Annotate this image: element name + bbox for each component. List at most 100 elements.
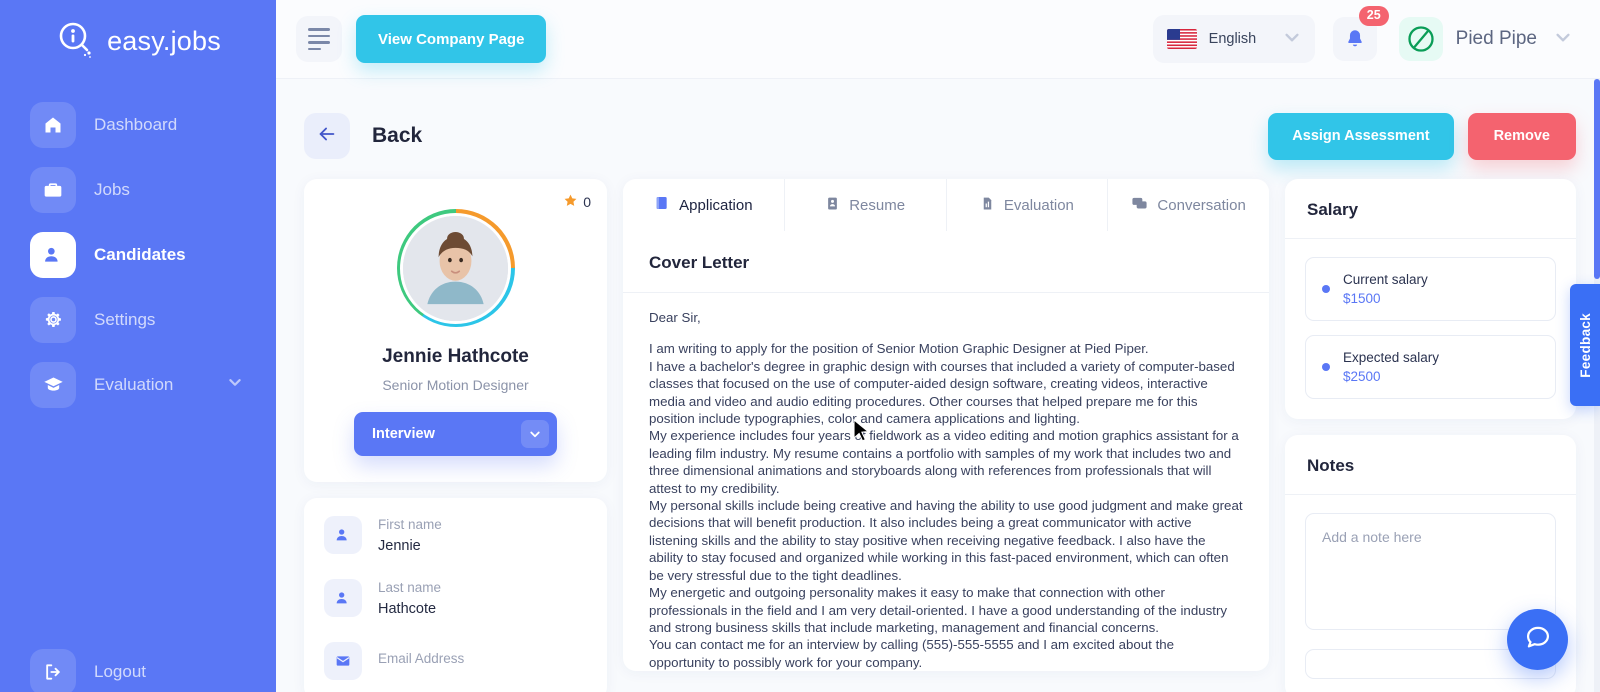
candidate-status-dropdown[interactable]: Interview — [354, 412, 557, 456]
brand[interactable]: easy.jobs — [0, 0, 276, 78]
graduation-cap-icon — [30, 361, 76, 408]
pied-piper-icon — [1398, 17, 1443, 61]
feedback-tab[interactable]: Feedback — [1570, 284, 1600, 406]
chat-icon — [1131, 195, 1148, 216]
sidebar-item-logout[interactable]: Logout — [0, 639, 276, 692]
tab-panel-application: Cover Letter Dear Sir, I am writing to a… — [623, 231, 1269, 671]
cover-letter-paragraph: I am writing to apply for the position o… — [649, 341, 1149, 357]
note-input[interactable] — [1305, 513, 1556, 630]
rating-badge: 0 — [563, 193, 591, 211]
sidebar-item-label: Evaluation — [94, 374, 174, 394]
content-columns: 0 Jennie Hathcote Senior Motion Designer… — [304, 179, 1576, 692]
home-icon — [30, 101, 76, 148]
sidebar-item-dashboard[interactable]: Dashboard — [0, 92, 276, 157]
field-email-address: Email Address — [324, 642, 587, 680]
page-title: Back — [372, 124, 423, 147]
salary-item-current: Current salary $1500 — [1305, 257, 1556, 321]
sidebar-item-settings[interactable]: Settings — [0, 287, 276, 352]
chevron-down-icon[interactable] — [521, 420, 549, 448]
tab-label: Evaluation — [1003, 196, 1074, 214]
back-button[interactable] — [304, 113, 350, 159]
view-company-page-button[interactable]: View Company Page — [356, 15, 547, 63]
app-root: easy.jobs Dashboard Jobs Candidates Sett… — [0, 0, 1600, 692]
assign-assessment-button[interactable]: Assign Assessment — [1268, 112, 1454, 160]
language-label: English — [1208, 31, 1257, 47]
field-value: Jennie — [378, 537, 421, 554]
star-icon — [563, 193, 578, 211]
bullet-icon — [1322, 363, 1330, 371]
user-icon — [30, 231, 76, 278]
resume-icon — [825, 196, 840, 215]
salary-value: $1500 — [1343, 291, 1381, 306]
sidebar-item-label: Settings — [94, 309, 156, 329]
avatar-image — [400, 212, 511, 324]
sidebar-item-jobs[interactable]: Jobs — [0, 157, 276, 222]
notification-count-badge: 25 — [1358, 6, 1389, 26]
tab-evaluation[interactable]: Evaluation — [947, 179, 1109, 231]
page-actions: Assign Assessment Remove — [1268, 112, 1576, 160]
tab-bar: Application Resume Evaluation Conversati… — [623, 179, 1269, 231]
chevron-down-icon[interactable] — [224, 371, 246, 398]
notifications-button[interactable]: 25 — [1332, 6, 1389, 61]
tab-resume[interactable]: Resume — [785, 179, 947, 231]
brand-name: easy.jobs — [107, 25, 221, 56]
us-flag-icon — [1166, 29, 1197, 49]
account-menu[interactable]: Pied Pipe — [1395, 17, 1576, 61]
field-label: First name — [378, 516, 442, 532]
sidebar-item-label: Dashboard — [94, 114, 178, 134]
chevron-down-icon[interactable] — [1279, 24, 1305, 55]
field-value: Hathcote — [378, 600, 437, 617]
salary-panel: Salary Current salary $1500 Expected sal… — [1285, 179, 1576, 419]
candidate-role: Senior Motion Designer — [382, 377, 529, 393]
magnifier-logo-icon — [55, 20, 97, 62]
candidate-name: Jennie Hathcote — [382, 346, 529, 367]
cover-letter-paragraph: You can contact me for an interview by c… — [649, 637, 1175, 670]
bullet-icon — [1322, 285, 1330, 293]
arrow-left-icon — [316, 123, 338, 150]
sidebar-item-label: Jobs — [94, 179, 130, 199]
remove-button[interactable]: Remove — [1467, 112, 1576, 160]
language-selector[interactable]: English — [1152, 15, 1315, 63]
salary-body: Current salary $1500 Expected salary $25… — [1285, 239, 1576, 419]
sidebar-item-label: Logout — [94, 661, 146, 681]
topbar: View Company Page English 25 Pied Pipe — [276, 0, 1600, 79]
briefcase-icon — [30, 166, 76, 213]
application-column: Application Resume Evaluation Conversati… — [623, 179, 1269, 672]
sidebar-nav: Dashboard Jobs Candidates Settings Evalu… — [0, 92, 276, 692]
salary-label: Current salary — [1343, 272, 1428, 287]
sidebar-item-label: Candidates — [94, 244, 186, 264]
salary-value: $2500 — [1343, 369, 1381, 384]
tab-label: Application — [679, 196, 753, 214]
main-area: View Company Page English 25 Pied Pipe B… — [276, 0, 1600, 692]
candidate-column: 0 Jennie Hathcote Senior Motion Designer… — [304, 179, 607, 692]
gear-icon — [30, 296, 76, 343]
logout-icon — [30, 648, 76, 692]
chevron-down-icon[interactable] — [1550, 24, 1576, 55]
avatar — [396, 209, 515, 327]
sidebar-item-candidates[interactable]: Candidates — [0, 222, 276, 287]
evaluation-icon — [980, 196, 995, 215]
candidate-fields-card: First name Jennie Last name Hathcote Ema… — [304, 498, 607, 692]
tab-conversation[interactable]: Conversation — [1108, 179, 1269, 231]
salary-label: Expected salary — [1343, 350, 1440, 365]
field-label: Email Address — [378, 650, 465, 666]
candidate-status-label: Interview — [372, 426, 435, 442]
field-last-name: Last name Hathcote — [324, 579, 587, 617]
hamburger-icon[interactable] — [296, 16, 342, 62]
user-icon — [324, 516, 362, 554]
cover-letter-paragraph: My energetic and outgoing personality ma… — [649, 585, 1228, 635]
salary-item-expected: Expected salary $2500 — [1305, 335, 1556, 399]
tab-label: Conversation — [1157, 196, 1246, 214]
sidebar: easy.jobs Dashboard Jobs Candidates Sett… — [0, 0, 276, 692]
sidebar-item-evaluation[interactable]: Evaluation — [0, 352, 276, 417]
scrollbar-thumb[interactable] — [1594, 79, 1600, 279]
cover-letter-paragraph: My personal skills include being creativ… — [649, 498, 1243, 583]
tab-application[interactable]: Application — [623, 179, 785, 231]
cover-letter-title: Cover Letter — [623, 231, 1269, 293]
topbar-right: English 25 Pied Pipe — [1152, 6, 1576, 63]
rating-value: 0 — [583, 194, 591, 210]
feedback-label: Feedback — [1577, 312, 1593, 378]
notes-title: Notes — [1285, 435, 1576, 495]
chat-widget-button[interactable] — [1507, 609, 1568, 670]
account-name: Pied Pipe — [1455, 28, 1537, 49]
